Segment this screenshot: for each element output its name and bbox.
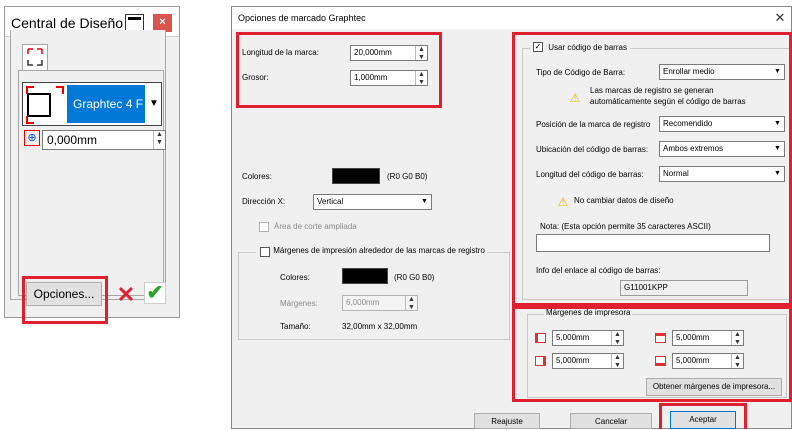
accept-highlight-box (659, 403, 747, 429)
design-center-title: Central de Diseño (11, 15, 124, 31)
print-margins-legend: Márgenes de impresión alrededor de las m… (256, 245, 487, 259)
offset-value: 0,000mm (47, 133, 98, 147)
device-selected-value: Graphtec 4 F (67, 85, 145, 123)
options-highlight-box (22, 276, 108, 324)
pm-size-value: 32,00mm x 32,00mm (342, 322, 418, 331)
direction-value: Vertical (317, 197, 344, 206)
direction-select[interactable]: Vertical ▼ (313, 194, 432, 210)
registration-marks-icon (27, 48, 43, 66)
device-red-corners-icon (26, 86, 64, 124)
pm-margins-input[interactable]: 6,000mm ▲ ▼ (342, 295, 418, 311)
dialog-close-icon[interactable]: ✕ (772, 10, 788, 26)
chevron-down-icon[interactable]: ▼ (147, 97, 161, 111)
pm-margins-spinner[interactable]: ▲ ▼ (405, 296, 417, 310)
apply-check-icon[interactable]: ✔ (144, 282, 166, 304)
chevron-down-icon: ▼ (421, 198, 428, 205)
pm-size-label: Tamaño: (280, 322, 311, 331)
direction-label: Dirección X: (242, 197, 286, 206)
print-margins-label: Márgenes de impresión alrededor de las m… (273, 245, 485, 255)
extended-area-checkbox[interactable] (259, 222, 269, 232)
offset-icon: ⊕ (24, 130, 40, 146)
printer-margins-highlight-box (512, 306, 792, 402)
reset-button[interactable]: Reajuste (474, 413, 540, 429)
colors-value: (R0 G0 B0) (387, 172, 428, 181)
pm-margins-value: 6,000mm (346, 298, 380, 307)
tab-registration-marks[interactable] (22, 44, 48, 70)
cancel-button[interactable]: Cancelar (570, 413, 652, 429)
dialog-title: Opciones de marcado Graphtec (238, 13, 366, 23)
cancel-icon[interactable]: ✕ (116, 284, 136, 306)
dialog-titlebar: Opciones de marcado Graphtec ✕ (232, 7, 791, 29)
pm-colors-value: (R0 G0 B0) (394, 273, 435, 282)
color-swatch[interactable] (332, 168, 380, 184)
mark-size-highlight-box (236, 32, 442, 108)
pm-color-swatch[interactable] (342, 268, 388, 284)
colors-label: Colores: (242, 172, 272, 181)
print-margins-checkbox[interactable] (260, 247, 270, 257)
barcode-highlight-box (512, 32, 792, 306)
pm-margins-label: Márgenes: (280, 299, 318, 308)
offset-input[interactable]: 0,000mm ▲ ▼ (42, 130, 166, 150)
pm-colors-label: Colores: (280, 273, 310, 282)
extended-area-label: Área de corte ampliada (274, 222, 357, 231)
device-selector[interactable]: Graphtec 4 F ▼ (22, 82, 162, 126)
offset-spinner[interactable]: ▲ ▼ (153, 131, 165, 149)
